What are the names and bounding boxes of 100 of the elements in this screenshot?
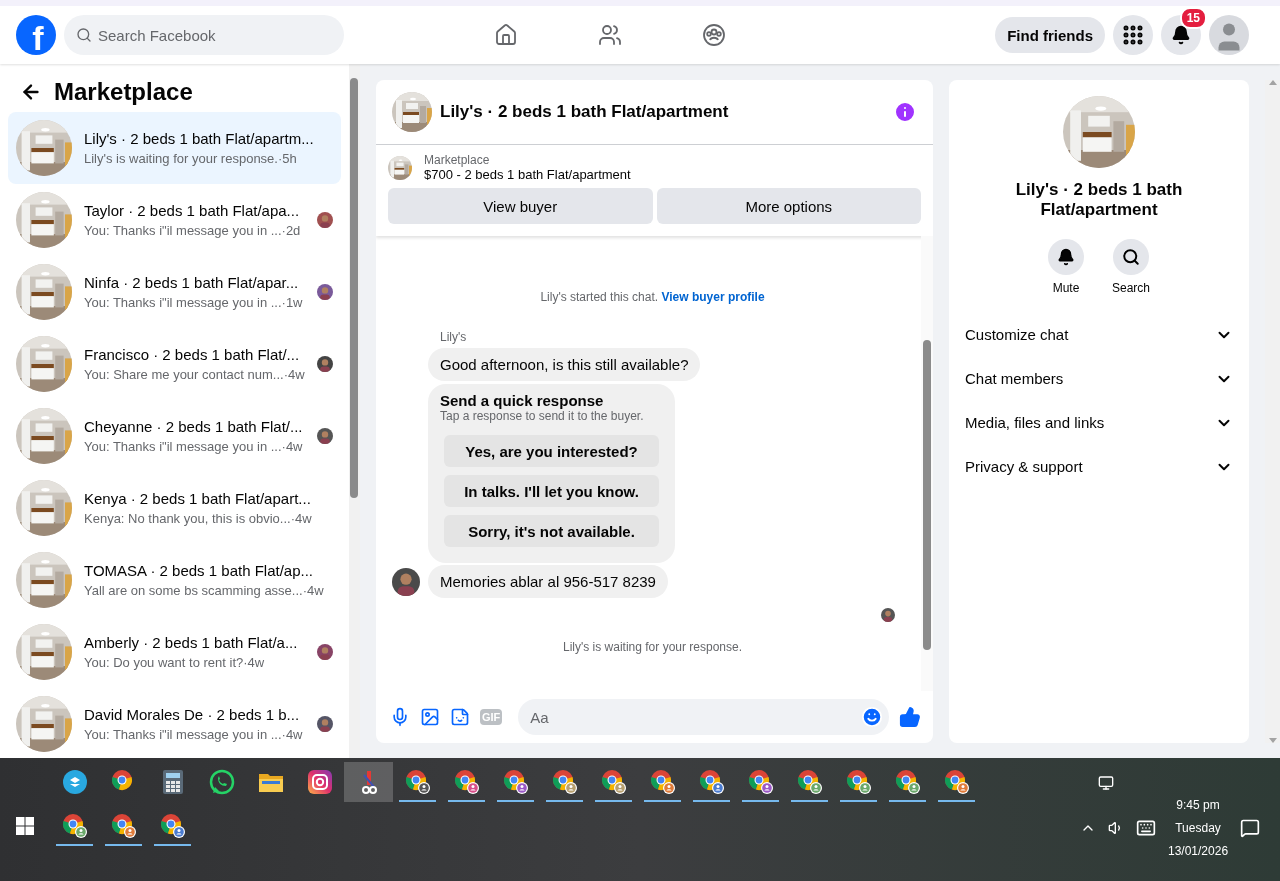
message-preview: You: Thanks i"il message you in ... [84, 223, 282, 238]
conversation-title: Francisco · 2 beds 1 bath Flat/... [84, 346, 301, 363]
message-preview: Kenya: No thank you, this is obvio... [84, 511, 291, 526]
network-icon[interactable] [1098, 775, 1114, 791]
camera-app-icon [307, 770, 332, 794]
chrome-icon [61, 813, 88, 839]
sender-name: Lily's [440, 330, 468, 344]
message-time: ·4w [281, 727, 303, 742]
sticker-icon[interactable] [450, 707, 470, 727]
quick-response-button[interactable]: Yes, are you interested? [444, 435, 659, 467]
conversation-item[interactable]: Ninfa · 2 beds 1 bath Flat/apar... You: Thanks i"il message you in ...·1w [8, 256, 341, 328]
bell-icon [1171, 25, 1191, 45]
quick-response-button[interactable]: In talks. I'll let you know. [444, 475, 659, 507]
groups-icon[interactable] [702, 23, 726, 47]
calculator-icon [162, 770, 183, 794]
quick-response-button[interactable]: Sorry, it's not available. [444, 515, 659, 547]
conversation-title: Cheyanne · 2 beds 1 bath Flat/... [84, 418, 304, 435]
action-label: Search [1112, 280, 1150, 295]
keyboard-icon[interactable] [1136, 818, 1156, 838]
conversation-item[interactable]: Taylor · 2 beds 1 bath Flat/apa... You: Thanks i"il message you in ...·2d [8, 184, 341, 256]
page-title: Marketplace [54, 78, 193, 106]
search-field[interactable]: Search Facebook [64, 15, 344, 55]
message-preview: You: Thanks i"il message you in ... [84, 295, 282, 310]
section-toggle[interactable]: Customize chat [965, 312, 1233, 357]
chat-title: Lily's · 2 beds 1 bath Flat/apartment [440, 102, 730, 122]
chrome-icon [796, 769, 823, 795]
notifications-button[interactable] [1161, 15, 1201, 55]
conversation-title: Taylor · 2 beds 1 bath Flat/apa... [84, 202, 301, 219]
clock-date: 13/01/2026 [1168, 844, 1229, 858]
message-time: ·4w [290, 511, 312, 526]
message-time: ·5h [277, 151, 297, 166]
grid-icon [1121, 23, 1145, 47]
message-time: ·4w [283, 367, 305, 382]
notifications-icon[interactable] [1240, 818, 1261, 838]
message-preview: You: Share me your contact num... [84, 367, 284, 382]
emoji-icon[interactable] [861, 706, 883, 728]
message-time: ·1w [281, 295, 303, 310]
section-toggle[interactable]: Privacy & support [965, 444, 1233, 489]
chrome-icon [600, 769, 627, 795]
folder-icon [258, 772, 283, 792]
chat-bubble-icon [208, 769, 235, 795]
chrome-icon [159, 813, 186, 839]
conversation-title: Lily's · 2 beds 1 bath Flat/apartm... [84, 130, 315, 147]
quick-response-title: Send a quick response [440, 392, 605, 409]
chrome-icon [110, 813, 137, 839]
message-preview: Lily's is waiting for your response. [84, 151, 278, 166]
friends-icon[interactable] [598, 23, 622, 47]
chrome-icon [453, 769, 480, 795]
notification-badge: 15 [1179, 7, 1207, 29]
conversation-item[interactable]: Lily's · 2 beds 1 bath Flat/apartm... Lily's is waiting for your response.·5h [8, 112, 341, 184]
listing-label: Marketplace [424, 153, 491, 167]
action-label: Mute [1052, 280, 1080, 295]
message-time: ·2d [281, 223, 301, 238]
quick-response-hint: Tap a response to send it to the buyer. [440, 409, 645, 423]
box-app-icon [62, 770, 87, 794]
message-field[interactable]: Aa [518, 699, 889, 735]
image-icon[interactable] [420, 707, 440, 727]
clock-day: Tuesday [1175, 821, 1221, 835]
conversation-item[interactable]: Cheyanne · 2 beds 1 bath Flat/... You: Thanks i"il message you in ...·4w [8, 400, 341, 472]
conversation-name: Lily's · 2 beds 1 bath Flat/apartment [1014, 180, 1184, 221]
profile-link[interactable]: View buyer profile [661, 290, 765, 304]
conversation-item[interactable]: Amberly · 2 beds 1 bath Flat/a... You: Do you want to rent it?·4w [8, 616, 341, 688]
conversation-title: TOMASA · 2 beds 1 bath Flat/ap... [84, 562, 314, 579]
scrollbar[interactable] [348, 64, 360, 758]
profile-avatar[interactable] [1209, 15, 1249, 55]
menu-button[interactable] [1113, 15, 1153, 55]
conversation-item[interactable]: Francisco · 2 beds 1 bath Flat/... You: Share me your contact num...·4w [8, 328, 341, 400]
message-preview: You: Thanks i"il message you in ... [84, 727, 282, 742]
home-icon[interactable] [494, 23, 518, 47]
chrome-icon [698, 769, 725, 795]
action-button[interactable]: More options [656, 188, 921, 224]
logo[interactable]: f [16, 15, 56, 55]
chrome-icon [649, 769, 676, 795]
section-toggle[interactable]: Media, files and links [965, 400, 1233, 445]
conversation-item[interactable]: TOMASA · 2 beds 1 bath Flat/ap... Yall are on some bs scamming asse...·4w [8, 544, 341, 616]
conversation-item[interactable]: David Morales De · 2 beds 1 b... You: Thanks i"il message you in ...·4w [8, 688, 341, 760]
search-button[interactable] [1113, 238, 1149, 275]
section-toggle[interactable]: Chat members [965, 356, 1233, 401]
search-icon [1122, 247, 1140, 266]
chrome-icon [943, 769, 970, 795]
listing-title: $700 - 2 beds 1 bath Flat/apartment [424, 167, 631, 182]
mute-button[interactable] [1048, 238, 1084, 275]
message-preview: You: Thanks i"il message you in ... [84, 439, 282, 454]
conversation-title: Amberly · 2 beds 1 bath Flat/a... [84, 634, 299, 651]
message-time: ·4w [302, 583, 324, 598]
conversation-item[interactable]: Kenya · 2 beds 1 bath Flat/apart... Kenya: No thank you, this is obvio...·4w [8, 472, 341, 544]
like-icon[interactable] [899, 706, 921, 728]
info-icon[interactable] [893, 100, 917, 124]
scrollbar[interactable] [921, 236, 933, 691]
microphone-icon[interactable] [390, 707, 410, 727]
action-button[interactable]: View buyer [388, 188, 653, 224]
chrome-icon [551, 769, 578, 795]
windows-icon[interactable] [16, 817, 34, 835]
chrome-icon [894, 769, 921, 795]
clock-time: 9:45 pm [1176, 798, 1220, 812]
message-time: ·4w [243, 655, 265, 670]
search-icon [76, 27, 92, 43]
find-friends-button[interactable]: Find friends [995, 17, 1105, 53]
conversation-title: David Morales De · 2 beds 1 b... [84, 706, 301, 723]
message-bubble: Memories ablar al 956-517 8239 [428, 565, 668, 598]
